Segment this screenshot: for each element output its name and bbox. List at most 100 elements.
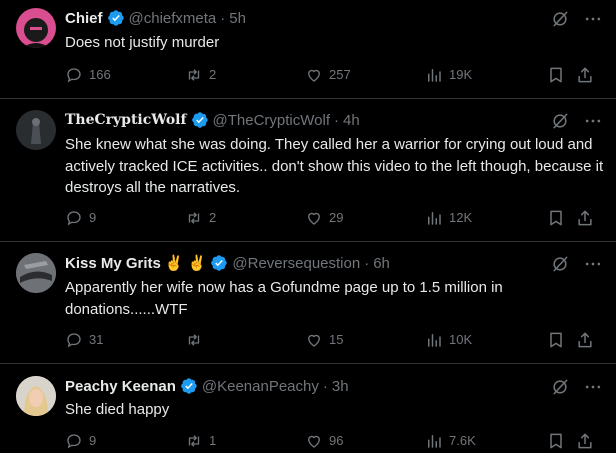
bookmark-icon[interactable] — [546, 65, 566, 85]
more-options-icon[interactable] — [583, 9, 603, 29]
reply-icon — [67, 68, 81, 83]
dot-separator: · — [334, 111, 339, 129]
repost-icon — [188, 334, 200, 346]
like-count: 29 — [329, 210, 344, 225]
reply-count: 9 — [89, 210, 97, 225]
repost-icon — [188, 435, 200, 447]
tweet-text: She knew what she was doing. They called… — [65, 136, 604, 196]
repost-icon — [188, 212, 200, 224]
repost-button[interactable]: 1 — [185, 431, 216, 451]
more-options-icon[interactable] — [583, 111, 603, 131]
repost-count: 2 — [209, 210, 217, 225]
views-icon — [428, 212, 441, 225]
bookmark-icon[interactable] — [546, 208, 566, 228]
reply-count: 166 — [89, 67, 111, 82]
like-button[interactable]: 96 — [305, 431, 343, 451]
bookmark-icon[interactable] — [546, 431, 566, 451]
like-icon — [308, 69, 320, 82]
avatar-image — [16, 253, 56, 293]
like-count: 96 — [329, 433, 344, 448]
timestamp[interactable]: 4h — [343, 112, 360, 129]
share-icon[interactable] — [575, 431, 595, 451]
like-icon — [308, 435, 320, 448]
tweet-text: Apparently her wife now has a Gofundme p… — [65, 279, 503, 318]
more-options-icon[interactable] — [583, 254, 603, 274]
reply-button[interactable]: 9 — [65, 431, 96, 451]
views-icon — [428, 334, 441, 347]
dot-separator: · — [364, 254, 370, 272]
timestamp[interactable]: 6h — [373, 255, 390, 272]
reply-count: 9 — [89, 433, 97, 448]
verified-badge-icon — [107, 10, 124, 26]
dot-separator: · — [322, 377, 328, 395]
user-handle[interactable]: @KeenanPeachy — [202, 378, 319, 395]
display-name[interactable]: Kiss My Grits — [65, 255, 161, 272]
tweet[interactable]: TheCrypticWolf @TheCrypticWolf · 4h She … — [0, 99, 616, 240]
repost-button[interactable]: 2 — [185, 208, 216, 228]
verified-badge-icon — [181, 378, 197, 394]
like-count: 257 — [329, 67, 351, 82]
grok-icon[interactable] — [550, 254, 570, 274]
timestamp[interactable]: 3h — [332, 378, 349, 395]
grok-icon[interactable] — [550, 9, 570, 29]
timestamp[interactable]: 5h — [229, 10, 246, 27]
display-name[interactable]: TheCrypticWolf — [65, 112, 187, 128]
reply-button[interactable]: 166 — [65, 65, 111, 85]
reply-button[interactable]: 31 — [65, 330, 103, 350]
views-button[interactable]: 12K — [425, 208, 472, 228]
like-button[interactable]: 29 — [305, 208, 343, 228]
reply-count: 31 — [89, 332, 104, 347]
avatar[interactable] — [16, 8, 56, 48]
tweet[interactable]: Peachy Keenan @KeenanPeachy · 3h She die… — [0, 364, 616, 453]
repost-icon — [188, 69, 200, 81]
views-button[interactable]: 19K — [425, 65, 472, 85]
views-button[interactable]: 10K — [425, 330, 472, 350]
dot-separator: · — [220, 9, 226, 27]
repost-button[interactable] — [185, 330, 209, 350]
verified-badge-icon — [211, 255, 228, 271]
tweet[interactable]: Chief @chiefxmeta · 5h Does not justify … — [0, 0, 616, 97]
repost-button[interactable]: 2 — [185, 65, 216, 85]
reply-icon — [67, 434, 81, 449]
more-options-icon[interactable] — [583, 377, 603, 397]
avatar-image — [22, 18, 50, 48]
tweet-text: She died happy — [65, 401, 170, 418]
views-icon — [428, 435, 441, 448]
repost-count: 1 — [209, 433, 217, 448]
victory-hand-emoji: ✌️ ✌️ — [164, 255, 207, 272]
tweet-text: Does not justify murder — [65, 34, 220, 51]
like-icon — [308, 212, 320, 225]
views-button[interactable]: 7.6K — [425, 431, 476, 451]
like-button[interactable]: 257 — [305, 65, 351, 85]
verified-badge-icon — [191, 112, 208, 128]
reply-icon — [67, 333, 81, 348]
views-icon — [428, 69, 441, 82]
reply-feed: Chief @chiefxmeta · 5h Does not justify … — [0, 0, 616, 453]
view-count: 10K — [449, 332, 473, 347]
display-name[interactable]: Peachy Keenan — [65, 378, 176, 395]
share-icon[interactable] — [575, 65, 595, 85]
reply-icon — [67, 211, 81, 226]
user-handle[interactable]: @chiefxmeta — [129, 10, 217, 27]
user-handle[interactable]: @TheCrypticWolf — [213, 112, 330, 129]
repost-count: 2 — [209, 67, 217, 82]
view-count: 12K — [449, 210, 473, 225]
avatar[interactable] — [16, 110, 56, 150]
user-handle[interactable]: @Reversequestion — [232, 255, 360, 272]
like-button[interactable]: 15 — [305, 330, 343, 350]
grok-icon[interactable] — [550, 377, 570, 397]
grok-icon[interactable] — [550, 111, 570, 131]
avatar[interactable] — [16, 376, 56, 416]
share-icon[interactable] — [575, 208, 595, 228]
reply-button[interactable]: 9 — [65, 208, 96, 228]
display-name[interactable]: Chief — [65, 10, 103, 27]
avatar[interactable] — [16, 253, 56, 293]
view-count: 19K — [449, 67, 473, 82]
tweet[interactable]: Kiss My Grits ✌️ ✌️ @Reversequestion · 6… — [0, 242, 616, 362]
avatar-image — [31, 118, 41, 144]
like-count: 15 — [329, 332, 344, 347]
bookmark-icon[interactable] — [546, 330, 566, 350]
share-icon[interactable] — [575, 330, 595, 350]
view-count: 7.6K — [449, 433, 476, 448]
avatar-image — [16, 376, 56, 416]
